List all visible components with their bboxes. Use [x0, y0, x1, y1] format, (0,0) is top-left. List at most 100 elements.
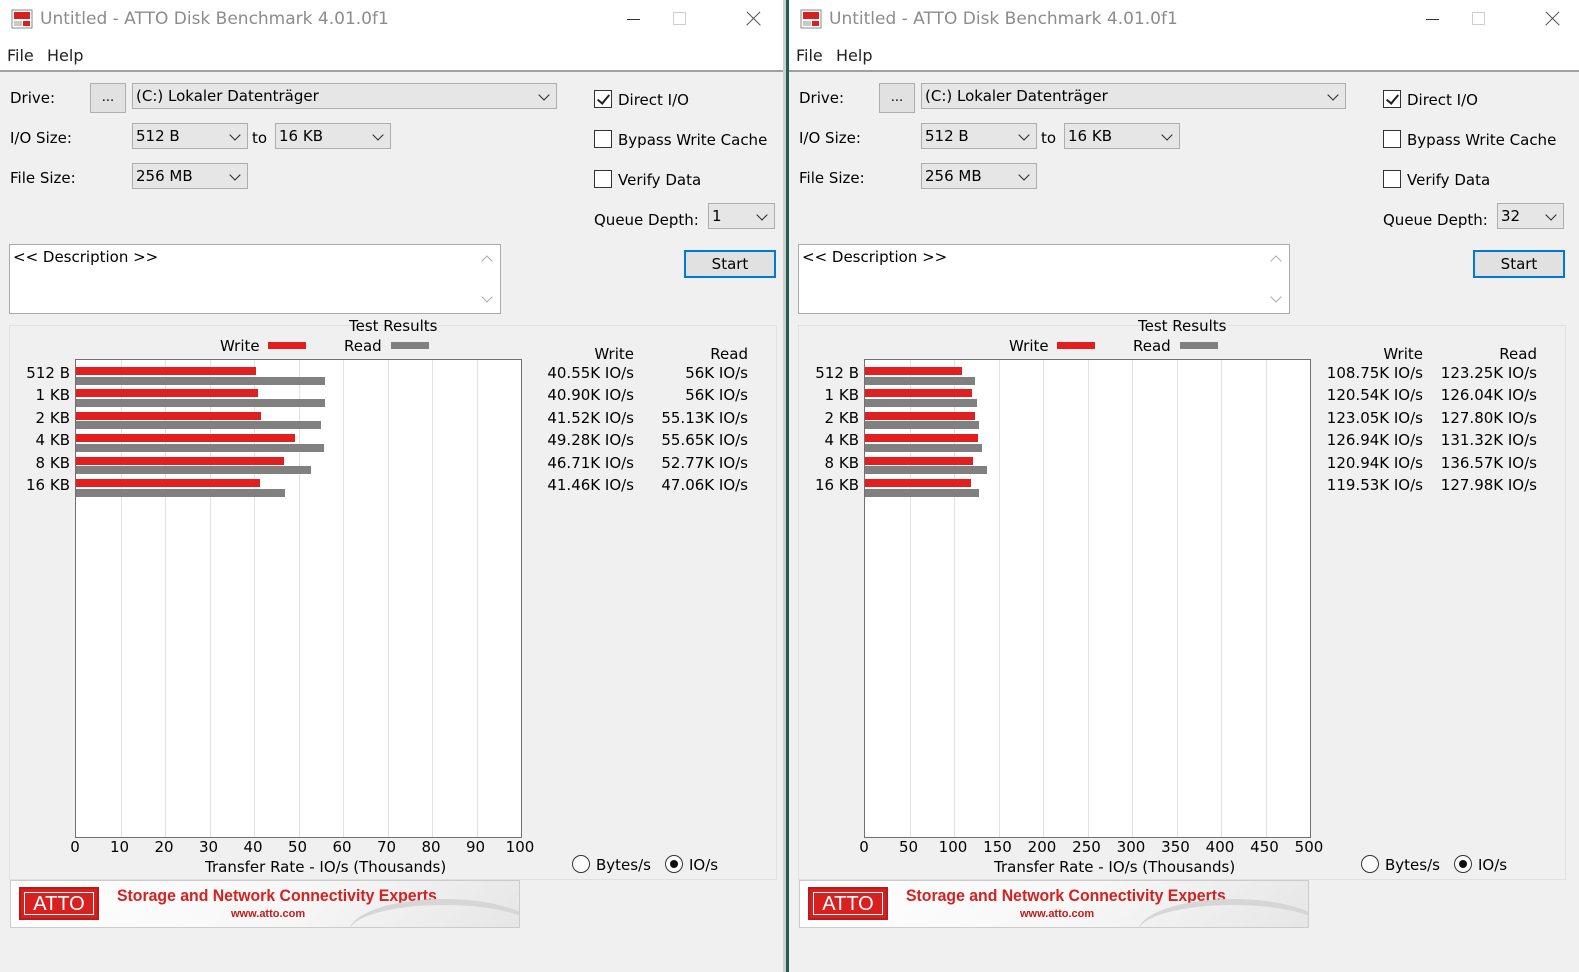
atto-logo-text: ATTO: [813, 892, 883, 915]
minimize-icon[interactable]: [611, 4, 657, 34]
write-bar: [76, 434, 296, 443]
bypass-write-cache-checkbox[interactable]: [594, 130, 612, 148]
x-tick-label: 100: [505, 838, 535, 856]
read-bar: [76, 443, 324, 452]
read-bar: [865, 466, 987, 475]
write-value: 40.55K IO/s: [547, 364, 634, 382]
ios-radio[interactable]: [665, 855, 683, 873]
x-tick-label: 50: [287, 838, 308, 856]
x-tick-label: 70: [376, 838, 397, 856]
write-bar: [865, 411, 975, 420]
menu-help[interactable]: Help: [47, 46, 83, 65]
io-size-from-select[interactable]: 512 B: [921, 123, 1037, 149]
gridline: [1043, 360, 1044, 837]
x-tick-label: 400: [1205, 838, 1235, 856]
read-value: 47.06K IO/s: [661, 476, 748, 494]
direct-io-checkbox[interactable]: [594, 90, 612, 108]
drive-select[interactable]: (C:) Lokaler Datenträger: [921, 83, 1346, 109]
legend-write-swatch: [1057, 342, 1095, 349]
scroll-up-icon[interactable]: [481, 255, 493, 267]
chevron-down-icon: [538, 89, 550, 101]
category-label: 2 KB: [824, 408, 859, 427]
chevron-down-icon: [1327, 89, 1339, 101]
x-tick-label: 0: [70, 838, 80, 856]
title-bar[interactable]: Untitled - ATTO Disk Benchmark 4.01.0f1: [0, 0, 783, 40]
menu-help[interactable]: Help: [836, 46, 872, 65]
category-label: 4 KB: [35, 431, 70, 450]
window-title: Untitled - ATTO Disk Benchmark 4.01.0f1: [40, 9, 389, 29]
start-button[interactable]: Start: [684, 250, 776, 278]
verify-data-checkbox[interactable]: [594, 170, 612, 188]
io-size-to-select[interactable]: 16 KB: [275, 123, 391, 149]
atto-logo-text: ATTO: [24, 892, 94, 915]
direct-io-label: Direct I/O: [618, 91, 689, 109]
file-size-label: File Size:: [799, 169, 865, 187]
direct-io-checkbox[interactable]: [1383, 90, 1401, 108]
gridline: [1176, 360, 1178, 837]
x-tick-label: 60: [332, 838, 352, 856]
scroll-down-icon[interactable]: [1270, 291, 1282, 303]
browse-drive-button[interactable]: ...: [879, 83, 915, 113]
read-value: 136.57K IO/s: [1440, 453, 1537, 472]
gridline: [998, 360, 1000, 837]
scroll-down-icon[interactable]: [481, 291, 493, 303]
queue-depth-select[interactable]: 32: [1497, 203, 1564, 229]
to-label: to: [1041, 129, 1057, 147]
verify-data-checkbox[interactable]: [1383, 170, 1401, 188]
gridline: [1087, 360, 1089, 837]
maximize-icon[interactable]: [1456, 4, 1502, 34]
queue-depth-select[interactable]: 1: [708, 203, 775, 229]
gridline: [298, 360, 300, 837]
read-bar: [865, 398, 978, 407]
file-size-select[interactable]: 256 MB: [132, 163, 248, 189]
browse-drive-button[interactable]: ...: [90, 83, 126, 113]
description-field[interactable]: << Description >>: [9, 244, 501, 314]
file-size-select[interactable]: 256 MB: [921, 163, 1037, 189]
gridline: [954, 360, 955, 837]
gridline: [1221, 360, 1222, 837]
legend-write-swatch: [268, 342, 306, 349]
start-button[interactable]: Start: [1473, 250, 1565, 278]
read-bar: [865, 488, 979, 497]
col-write-header: Write: [1383, 345, 1423, 363]
description-field[interactable]: << Description >>: [798, 244, 1290, 314]
close-icon[interactable]: [729, 4, 775, 34]
bytes-radio-label: Bytes/s: [596, 856, 651, 874]
legend-write-label: Write: [220, 337, 260, 355]
scroll-up-icon[interactable]: [1270, 255, 1282, 267]
read-value: 52.77K IO/s: [661, 453, 748, 472]
bytes-radio[interactable]: [572, 855, 590, 873]
read-bar: [76, 466, 311, 475]
gridline: [432, 360, 433, 837]
write-bar: [865, 367, 962, 375]
chevron-down-icon: [372, 129, 384, 141]
category-label: 16 KB: [26, 476, 70, 494]
io-size-from-select[interactable]: 512 B: [132, 123, 248, 149]
banner-url: www.atto.com: [231, 908, 306, 920]
category-label: 8 KB: [35, 453, 70, 472]
bypass-write-cache-checkbox[interactable]: [1383, 130, 1401, 148]
legend-read-label: Read: [344, 337, 382, 355]
write-value: 123.05K IO/s: [1326, 408, 1423, 427]
atto-banner[interactable]: ATTO Storage and Network Connectivity Ex…: [799, 880, 1309, 928]
write-bar: [865, 434, 978, 443]
minimize-icon[interactable]: [1410, 4, 1456, 34]
ios-radio[interactable]: [1454, 855, 1472, 873]
bytes-radio[interactable]: [1361, 855, 1379, 873]
maximize-icon[interactable]: [657, 4, 703, 34]
description-scrollbar[interactable]: [475, 245, 500, 313]
gridline: [209, 360, 211, 837]
atto-banner[interactable]: ATTO Storage and Network Connectivity Ex…: [10, 880, 520, 928]
io-size-to-select[interactable]: 16 KB: [1064, 123, 1180, 149]
drive-value: (C:) Lokaler Datenträger: [136, 87, 319, 105]
category-label: 16 KB: [815, 476, 859, 494]
menu-file[interactable]: File: [7, 46, 34, 65]
menu-file[interactable]: File: [796, 46, 823, 65]
io-size-to-value: 16 KB: [1068, 127, 1112, 145]
close-icon[interactable]: [1528, 4, 1574, 34]
title-bar[interactable]: Untitled - ATTO Disk Benchmark 4.01.0f1: [789, 0, 1579, 40]
drive-select[interactable]: (C:) Lokaler Datenträger: [132, 83, 557, 109]
io-size-label: I/O Size:: [799, 129, 861, 147]
gridline: [120, 360, 122, 837]
description-scrollbar[interactable]: [1264, 245, 1289, 313]
